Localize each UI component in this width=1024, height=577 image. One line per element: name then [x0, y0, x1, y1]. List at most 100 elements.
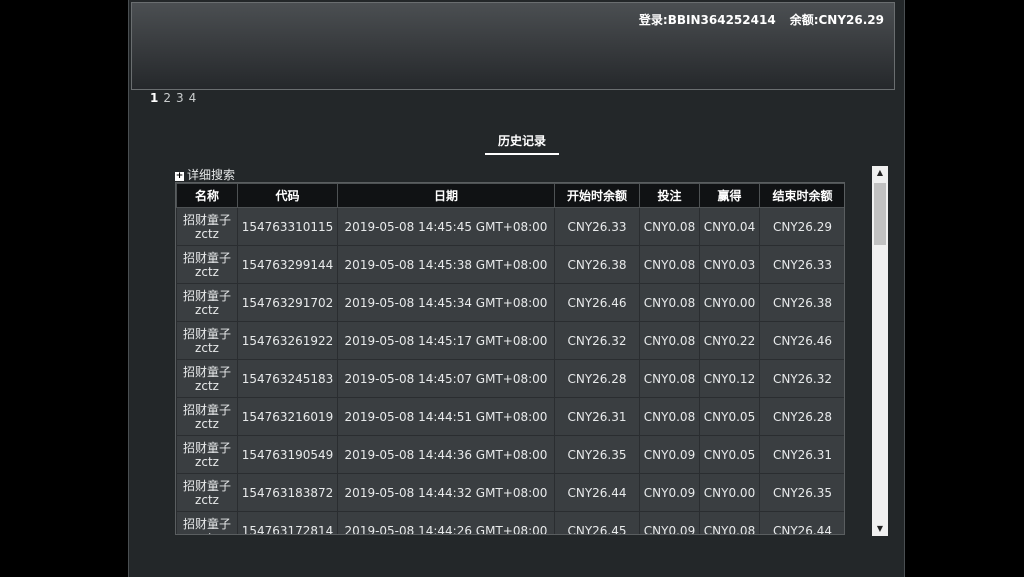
table-row[interactable]: 招财童子 zctz 154763183872 2019-05-08 14:44:32 …: [176, 473, 844, 512]
header-end-balance: 结束时余额: [759, 183, 844, 208]
win-cell: CNY0.03: [699, 245, 760, 284]
page-1-link[interactable]: 1: [150, 91, 158, 105]
date-cell: 2019-05-08 14:45:07 GMT+08:00: [337, 359, 555, 398]
date-cell: 2019-05-08 14:45:45 GMT+08:00: [337, 207, 555, 246]
game-name: 招财童子: [182, 440, 231, 455]
game-name: 招财童子: [182, 516, 231, 531]
header-start-balance: 开始时余额: [554, 183, 640, 208]
table-body: 招财童子 zctz 154763310115 2019-05-08 14:45:45 …: [176, 207, 844, 534]
game-name-cell: 招财童子zctz: [176, 435, 238, 474]
start-balance-cell: CNY26.32: [554, 321, 640, 360]
game-name-cell: 招财童子zctz: [176, 397, 238, 436]
user-info: 登录:BBIN364252414 余额:CNY26.29: [639, 11, 884, 28]
date-cell: 2019-05-08 14:44:36 GMT+08:00: [337, 435, 555, 474]
bet-cell: CNY0.08: [639, 283, 700, 322]
game-code-short: zctz: [195, 454, 219, 469]
table-row[interactable]: 招财童子 zctz 154763190549 2019-05-08 14:44:36 …: [176, 435, 844, 474]
balance-value: CNY26.29: [818, 13, 885, 27]
vertical-scrollbar[interactable]: ▲ ▼: [872, 166, 888, 536]
game-code-short: zctz: [195, 416, 219, 431]
plus-icon: +: [175, 171, 184, 181]
game-name-cell: 招财童子zctz: [176, 473, 238, 512]
header-bet: 投注: [639, 183, 700, 208]
bet-cell: CNY0.08: [639, 321, 700, 360]
end-balance-cell: CNY26.29: [759, 207, 844, 246]
end-balance-cell: CNY26.35: [759, 473, 844, 512]
win-cell: CNY0.00: [699, 283, 760, 322]
game-name-cell: 招财童子zctz: [176, 359, 238, 398]
header-win: 赢得: [699, 183, 760, 208]
round-code-cell: 154763261922: [237, 321, 338, 360]
login-label: 登录:: [638, 13, 668, 27]
table-row[interactable]: 招财童子 zctz 154763261922 2019-05-08 14:45:17 …: [176, 321, 844, 360]
round-code-cell: 154763299144: [237, 245, 338, 284]
bet-cell: CNY0.08: [639, 207, 700, 246]
end-balance-cell: CNY26.28: [759, 397, 844, 436]
bet-cell: CNY0.09: [639, 435, 700, 474]
game-history-window: 登录:BBIN364252414 余额:CNY26.29 1234 历史记录 + 详…: [128, 0, 905, 577]
table-row[interactable]: 招财童子 zctz 154763291702 2019-05-08 14:45:34 …: [176, 283, 844, 322]
end-balance-cell: CNY26.46: [759, 321, 844, 360]
page-2-link[interactable]: 2: [163, 91, 171, 105]
header-panel: 登录:BBIN364252414 余额:CNY26.29: [131, 2, 895, 90]
game-name: 招财童子: [182, 326, 231, 341]
round-code-cell: 154763172814: [237, 511, 338, 534]
detail-search-label: 详细搜索: [187, 168, 236, 182]
round-code-cell: 154763190549: [237, 435, 338, 474]
win-cell: CNY0.05: [699, 435, 760, 474]
pagination: 1234: [150, 91, 201, 105]
round-code-cell: 154763216019: [237, 397, 338, 436]
table-row[interactable]: 招财童子 zctz 154763216019 2019-05-08 14:44:51 …: [176, 397, 844, 436]
game-code-short: zctz: [195, 264, 219, 279]
page-4-link[interactable]: 4: [189, 91, 197, 105]
triangle-up-icon[interactable]: ▲: [872, 166, 888, 180]
start-balance-cell: CNY26.33: [554, 207, 640, 246]
game-name-cell: 招财童子zctz: [176, 321, 238, 360]
table-row[interactable]: 招财童子 zctz 154763310115 2019-05-08 14:45:45 …: [176, 207, 844, 246]
scrollbar-thumb[interactable]: [874, 183, 886, 245]
date-cell: 2019-05-08 14:44:32 GMT+08:00: [337, 473, 555, 512]
round-code-cell: 154763183872: [237, 473, 338, 512]
game-name: 招财童子: [182, 364, 231, 379]
title-container: 历史记录: [485, 132, 559, 155]
header-date: 日期: [337, 183, 555, 208]
page-3-link[interactable]: 3: [176, 91, 184, 105]
win-cell: CNY0.22: [699, 321, 760, 360]
start-balance-cell: CNY26.35: [554, 435, 640, 474]
game-name-cell: 招财童子zctz: [176, 207, 238, 246]
game-name-cell: 招财童子zctz: [176, 245, 238, 284]
game-name: 招财童子: [182, 212, 231, 227]
table-row[interactable]: 招财童子zctz1547631728142019-05-08 14:44:26 …: [176, 511, 844, 534]
end-balance-cell: CNY26.32: [759, 359, 844, 398]
start-balance-cell: CNY26.31: [554, 397, 640, 436]
win-cell: CNY0.12: [699, 359, 760, 398]
table-row[interactable]: 招财童子 zctz 154763299144 2019-05-08 14:45:38 …: [176, 245, 844, 284]
table-row[interactable]: 招财童子 zctz 154763245183 2019-05-08 14:45:07 …: [176, 359, 844, 398]
game-name: 招财童子: [182, 478, 231, 493]
game-name: 招财童子: [182, 402, 231, 417]
start-balance-cell: CNY26.45: [554, 511, 640, 534]
page-title: 历史记录: [485, 132, 559, 155]
start-balance-cell: CNY26.44: [554, 473, 640, 512]
bet-cell: CNY0.08: [639, 397, 700, 436]
history-table: 名称 代码 日期 开始时余额 投注 赢得 结束时余额 招财童子 zctz 15476…: [176, 183, 844, 534]
game-name-cell: 招财童子zctz: [176, 283, 238, 322]
round-code-cell: 154763291702: [237, 283, 338, 322]
detail-search-toggle[interactable]: + 详细搜索: [175, 166, 235, 183]
game-code-short: zctz: [195, 492, 219, 507]
header-name: 名称: [176, 183, 238, 208]
end-balance-cell: CNY26.33: [759, 245, 844, 284]
round-code-cell: 154763245183: [237, 359, 338, 398]
game-code-short: zctz: [195, 340, 219, 355]
win-cell: CNY0.05: [699, 397, 760, 436]
date-cell: 2019-05-08 14:45:38 GMT+08:00: [337, 245, 555, 284]
bet-cell: CNY0.09: [639, 511, 700, 534]
triangle-down-icon[interactable]: ▼: [872, 522, 888, 536]
start-balance-cell: CNY26.46: [554, 283, 640, 322]
date-cell: 2019-05-08 14:44:51 GMT+08:00: [337, 397, 555, 436]
win-cell: CNY0.00: [699, 473, 760, 512]
history-table-container: 名称 代码 日期 开始时余额 投注 赢得 结束时余额 招财童子 zctz 15476…: [175, 182, 845, 535]
date-cell: 2019-05-08 14:45:17 GMT+08:00: [337, 321, 555, 360]
round-code-cell: 154763310115: [237, 207, 338, 246]
game-name: 招财童子: [182, 288, 231, 303]
